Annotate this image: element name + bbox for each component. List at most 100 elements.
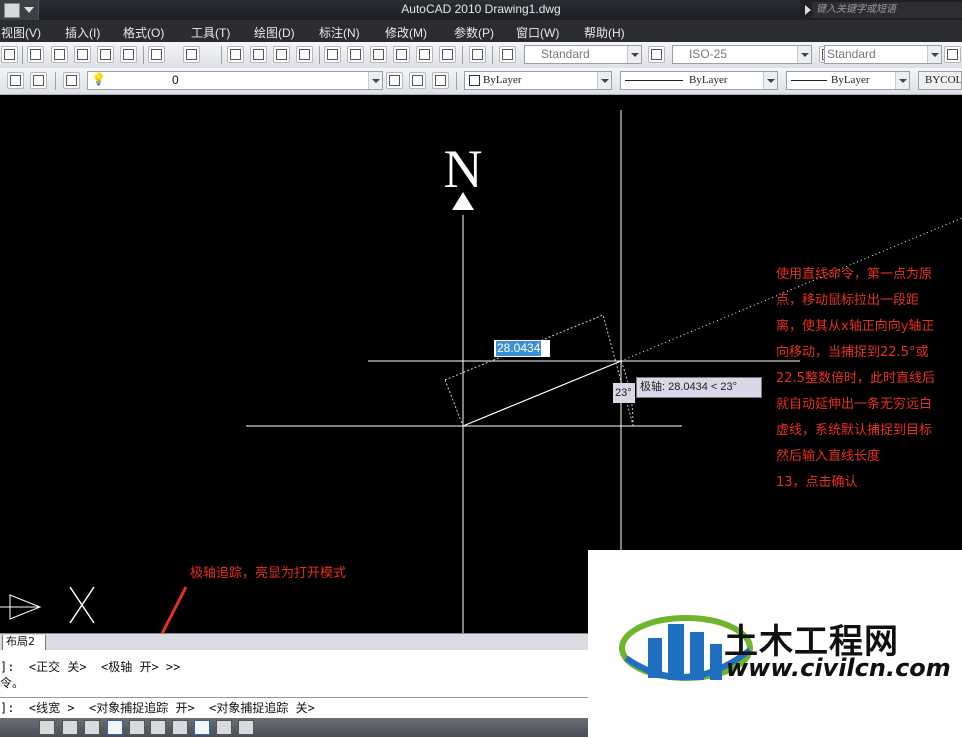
cut-icon[interactable] [27, 46, 44, 63]
menu-dimension[interactable]: 标注(N) [319, 24, 360, 41]
command-history-line: ]: <正交 关> <极轴 开> >> [0, 660, 181, 674]
polar-tracking-icon[interactable] [107, 720, 123, 735]
menu-insert[interactable]: 插入(I) [65, 24, 100, 41]
grid-display-icon[interactable] [62, 720, 78, 735]
title-bar: AutoCAD 2010 Drawing1.dwg 键入关键字或短语 [0, 0, 962, 20]
markup-icon[interactable] [416, 46, 433, 63]
chevron-down-icon[interactable] [763, 72, 777, 89]
menu-format[interactable]: 格式(O) [123, 24, 164, 41]
multileader-style-icon[interactable] [944, 46, 961, 63]
chevron-down-icon[interactable] [627, 46, 641, 63]
menu-parametric[interactable]: 参数(P) [454, 24, 494, 41]
lineweight-preview [791, 80, 827, 81]
tool-palettes-icon[interactable] [370, 46, 387, 63]
pan-icon[interactable] [227, 46, 244, 63]
chevron-down-icon[interactable] [797, 46, 811, 63]
chevron-down-icon[interactable] [895, 72, 909, 89]
lightbulb-icon[interactable]: 💡 [91, 72, 106, 86]
lineweight-select[interactable]: ByLayer [786, 71, 910, 90]
watermark-url: www.civilcn.com [726, 654, 951, 682]
application-menu-button[interactable] [0, 0, 39, 20]
dynamic-input-icon[interactable] [194, 720, 210, 735]
chevron-down-icon[interactable] [368, 72, 382, 89]
chevron-down-icon[interactable] [927, 46, 941, 63]
menu-bar: 视图(V) 插入(I) 格式(O) 工具(T) 绘图(D) 标注(N) 修改(M… [0, 20, 962, 42]
menu-draw[interactable]: 绘图(D) [254, 24, 295, 41]
plot-icon[interactable] [1, 46, 18, 63]
separator [55, 72, 56, 90]
tab-layout2[interactable]: 布局2 [2, 635, 46, 651]
standard-toolbar: Standard ISO-25 Standard [0, 42, 962, 69]
menu-help[interactable]: 帮助(H) [584, 24, 625, 41]
annotation-line: 使用直线命令，第一点为原 [776, 267, 933, 282]
drawing-icon [4, 3, 20, 18]
sheet-set-icon[interactable] [393, 46, 410, 63]
linetype-preview [625, 80, 683, 81]
status-bar [0, 718, 588, 737]
search-input[interactable]: 键入关键字或短语 [812, 2, 962, 18]
annotation-line: 离，使其从x轴正向向y轴正 [776, 319, 935, 334]
help-icon[interactable] [469, 46, 486, 63]
annotation-line: 点，移动鼠标拉出一段距 [776, 293, 920, 308]
lineweight-icon[interactable] [216, 720, 232, 735]
dynamic-input-field[interactable]: 28.0434 [494, 340, 550, 357]
text-style-value: Standard [541, 47, 590, 61]
gear-icon[interactable] [7, 72, 24, 89]
layout-tab-bar: 布局2 [0, 633, 588, 651]
block-editor-icon[interactable] [120, 46, 137, 63]
menu-view[interactable]: 视图(V) [1, 24, 41, 41]
north-label: N [444, 139, 483, 199]
chevron-down-icon[interactable] [597, 72, 611, 89]
plot-style-select[interactable]: BYCOLOR [918, 71, 962, 90]
dimension-style-select[interactable]: ISO-25 [672, 45, 812, 64]
snap-mode-icon[interactable] [39, 720, 55, 735]
lineweight-value: ByLayer [831, 74, 870, 86]
text-style-select[interactable]: Standard [524, 45, 642, 64]
copy-icon[interactable] [51, 46, 68, 63]
layer-previous-icon[interactable] [409, 72, 426, 89]
command-divider [0, 697, 588, 698]
ortho-mode-icon[interactable] [84, 720, 100, 735]
menu-modify[interactable]: 修改(M) [385, 24, 427, 41]
make-current-icon[interactable] [386, 72, 403, 89]
redo-icon[interactable] [183, 46, 200, 63]
dynamic-input-value[interactable]: 28.0434 [496, 341, 542, 356]
separator [22, 46, 23, 64]
object-snap-icon[interactable] [129, 720, 145, 735]
menu-window[interactable]: 窗口(W) [516, 24, 559, 41]
layer-select[interactable]: 0 [87, 71, 383, 90]
color-select[interactable]: ByLayer [464, 71, 612, 90]
table-style-value: Standard [827, 47, 876, 61]
zoom-previous-icon[interactable] [296, 46, 313, 63]
command-prompt-line[interactable]: ]: <线宽 > <对象捕捉追踪 开> <对象捕捉追踪 关> [0, 699, 315, 716]
match-properties-icon[interactable] [97, 46, 114, 63]
quick-properties-icon[interactable] [238, 720, 254, 735]
text-style-icon[interactable] [499, 46, 516, 63]
layer-state-icon[interactable] [30, 72, 47, 89]
dimension-extension-line [444, 379, 464, 427]
paste-icon[interactable] [74, 46, 91, 63]
separator [456, 72, 457, 90]
table-style-select[interactable]: Standard [824, 45, 942, 64]
linetype-select[interactable]: ByLayer [620, 71, 778, 90]
properties-icon[interactable] [324, 46, 341, 63]
design-center-icon[interactable] [347, 46, 364, 63]
layer-properties-icon[interactable] [63, 72, 80, 89]
separator [492, 46, 493, 64]
zoom-realtime-icon[interactable] [250, 46, 267, 63]
dynamic-ucs-icon[interactable] [172, 720, 188, 735]
polar-tooltip: 极轴: 28.0434 < 23° [636, 377, 762, 398]
annotation-line: 向移动，当捕捉到22.5°或 [776, 345, 929, 360]
menu-tools[interactable]: 工具(T) [191, 24, 230, 41]
calculator-icon[interactable] [439, 46, 456, 63]
annotation-line: 13，点击确认 [776, 475, 858, 490]
undo-icon[interactable] [148, 46, 165, 63]
dimension-style-icon[interactable] [648, 46, 665, 63]
object-snap-tracking-icon[interactable] [150, 720, 166, 735]
command-window[interactable]: ]: <正交 关> <极轴 开> >> 令。 ]: <线宽 > <对象捕捉追踪 … [0, 650, 588, 718]
layer-walk-icon[interactable] [432, 72, 449, 89]
instruction-annotation: 使用直线命令，第一点为原 点，移动鼠标拉出一段距 离，使其从x轴正向向y轴正 向… [776, 262, 962, 496]
zoom-window-icon[interactable] [273, 46, 290, 63]
help-search[interactable]: 键入关键字或短语 [800, 0, 962, 20]
command-history-line: 令。 [0, 676, 25, 690]
